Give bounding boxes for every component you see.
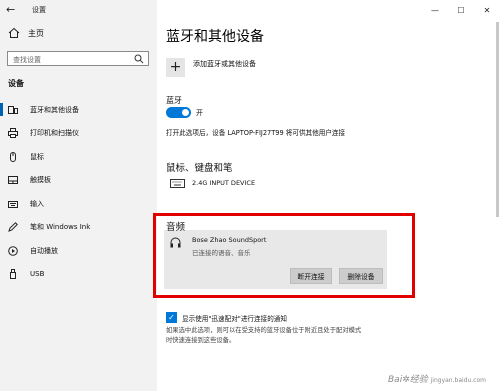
add-device-label[interactable]: 添加蓝牙或其他设备	[193, 59, 256, 69]
sidebar-item-label: USB	[30, 270, 45, 279]
sidebar-item-bluetooth[interactable]: 蓝牙和其他设备	[0, 98, 157, 122]
add-device-button[interactable]: +	[166, 58, 185, 77]
mouse-icon	[8, 151, 18, 162]
home-icon	[8, 27, 20, 38]
swift-pair-checkbox[interactable]: ✓	[166, 312, 177, 323]
watermark-logo: Bai✲经验 jingyan.baidu.com	[388, 375, 486, 385]
pen-icon	[8, 222, 18, 233]
window-title: 设置	[32, 6, 46, 14]
home-label: 主页	[28, 28, 44, 38]
input-device-name[interactable]: 2.4G INPUT DEVICE	[192, 179, 255, 187]
discoverable-text: 打开此选项后，设备 LAPTOP-FIJ27T99 将可供其他用户连接	[166, 129, 346, 137]
sidebar-item-label: 蓝牙和其他设备	[30, 105, 79, 114]
mouse-keyboard-heading: 鼠标、键盘和笔	[166, 163, 233, 174]
sidebar-nav: 蓝牙和其他设备 打印机和扫描仪 鼠标 触摸板 输入 笔和 Windows Ink…	[0, 98, 157, 286]
sidebar-item-usb[interactable]: USB	[0, 263, 157, 287]
sidebar-item-printers[interactable]: 打印机和扫描仪	[0, 122, 157, 146]
plus-icon: +	[169, 59, 182, 75]
minimize-button[interactable]: —	[422, 0, 448, 20]
sidebar-item-autoplay[interactable]: 自动播放	[0, 239, 157, 263]
usb-icon	[8, 269, 18, 280]
back-arrow-icon[interactable]: ←	[6, 3, 20, 17]
sidebar-item-label: 输入	[30, 199, 44, 208]
page-title: 蓝牙和其他设备	[166, 29, 264, 45]
swift-pair-description: 如果选中此选项，则可以在受支持的蓝牙设备位于附近且处于配对模式时快速连接到这些设…	[166, 327, 362, 344]
bluetooth-devices-icon	[8, 105, 18, 115]
section-label-devices: 设备	[8, 79, 24, 88]
search-placeholder: 查找设置	[13, 56, 41, 64]
sidebar-item-label: 触摸板	[30, 176, 51, 185]
swift-pair-label[interactable]: 显示使用"迅速配对"进行连接的通知	[182, 313, 287, 323]
sidebar-item-typing[interactable]: 输入	[0, 192, 157, 216]
bluetooth-heading: 蓝牙	[166, 96, 182, 105]
bluetooth-toggle[interactable]	[166, 107, 191, 118]
home-link[interactable]: 主页	[8, 26, 44, 40]
close-button[interactable]: ✕	[474, 0, 500, 20]
title-bar: ← 设置	[0, 0, 157, 20]
touchpad-icon	[8, 175, 18, 185]
highlight-box	[153, 213, 415, 298]
sidebar-item-label: 鼠标	[30, 152, 44, 161]
scrollbar[interactable]	[496, 22, 499, 217]
keyboard-icon	[8, 199, 18, 209]
sidebar-item-touchpad[interactable]: 触摸板	[0, 169, 157, 193]
keyboard-icon	[170, 179, 185, 188]
sidebar-item-label: 自动播放	[30, 246, 58, 255]
maximize-button[interactable]: ☐	[448, 0, 474, 20]
sidebar-item-mouse[interactable]: 鼠标	[0, 145, 157, 169]
bluetooth-toggle-state: 开	[196, 109, 203, 117]
search-icon[interactable]	[134, 54, 144, 64]
autoplay-icon	[8, 245, 18, 256]
sidebar-item-label: 打印机和扫描仪	[30, 129, 79, 138]
sidebar-item-pen[interactable]: 笔和 Windows Ink	[0, 216, 157, 240]
printer-icon	[8, 128, 18, 139]
sidebar-item-label: 笔和 Windows Ink	[30, 223, 91, 232]
window-controls: — ☐ ✕	[422, 0, 500, 20]
search-input[interactable]: 查找设置	[7, 51, 149, 66]
sidebar: ← 设置 主页 查找设置 设备 蓝牙和其他设备 打印机和扫描仪 鼠标 触摸板 输…	[0, 0, 157, 391]
